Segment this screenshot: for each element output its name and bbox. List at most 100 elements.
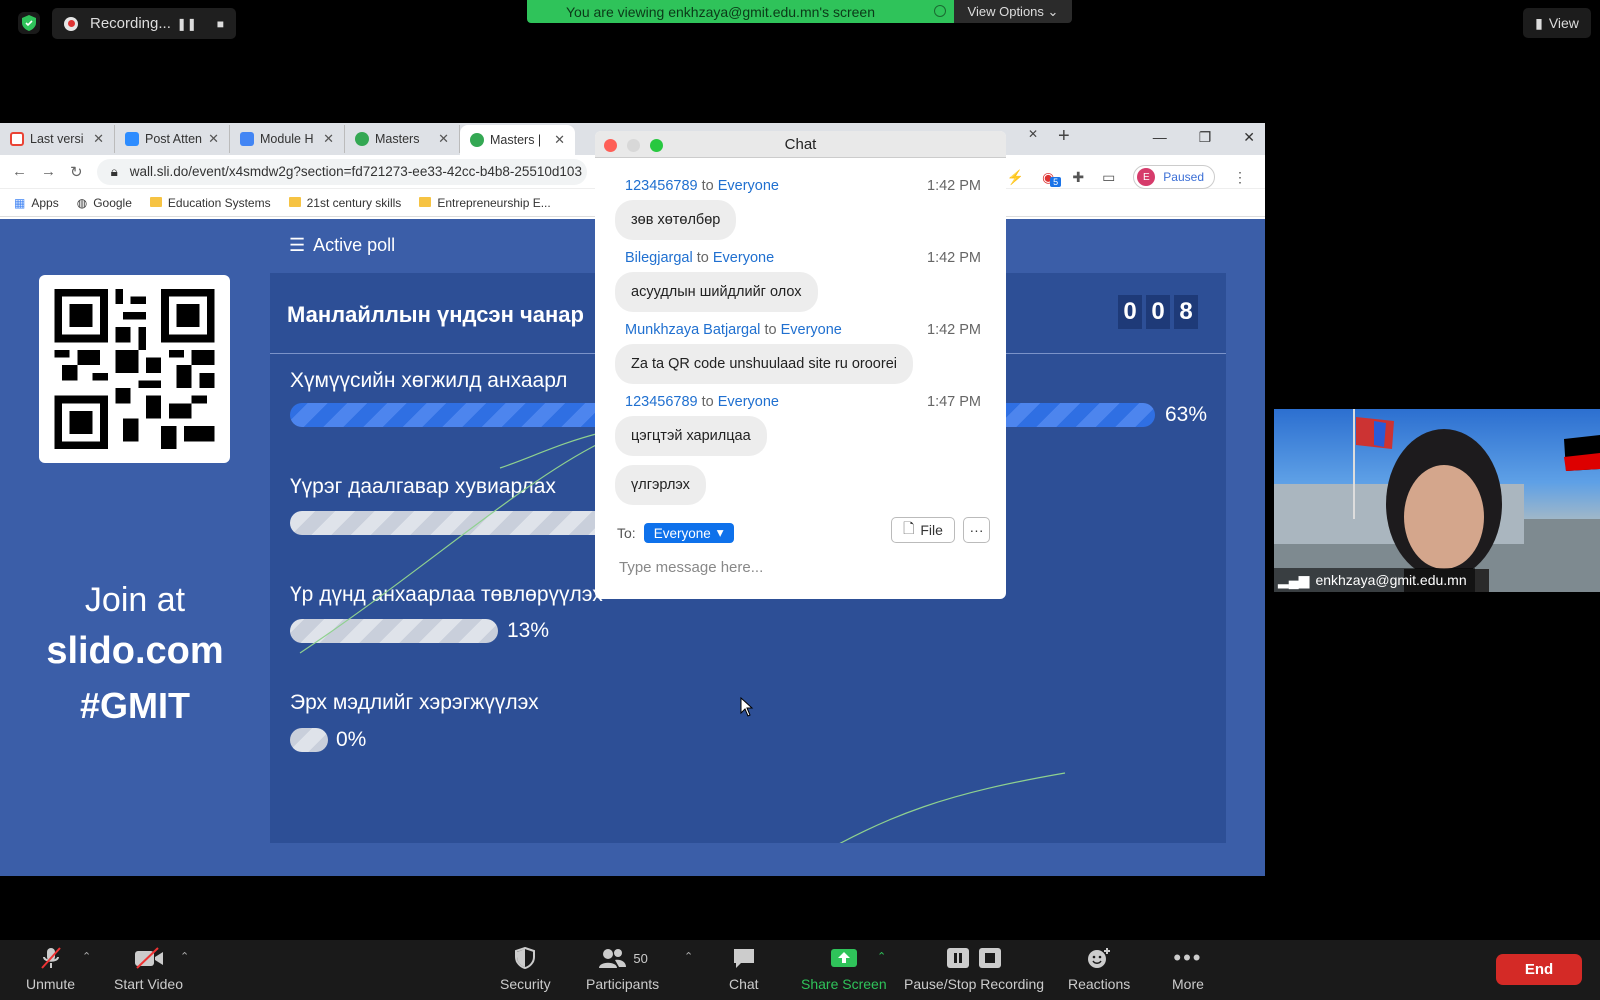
unmute-button[interactable]: Unmute xyxy=(26,946,75,992)
share-screen-button[interactable]: Share Screen xyxy=(801,946,887,992)
forward-icon[interactable]: → xyxy=(41,163,56,180)
browser-tab[interactable]: Post Atten ✕ xyxy=(115,125,230,153)
message-bubble[interactable]: асуудлын шийдлийг олох xyxy=(615,272,818,312)
stop-recording-icon[interactable]: ■ xyxy=(217,17,224,31)
bookmark-folder[interactable]: Education Systems xyxy=(149,196,271,210)
globe-icon: ◍ xyxy=(76,195,88,210)
close-window-icon[interactable] xyxy=(604,139,617,152)
lock-icon: 🔒︎ xyxy=(110,163,118,179)
message-header: Munkhzaya Batjargal to Everyone 1:42 PM xyxy=(625,322,985,338)
sender-name[interactable]: Bilegjargal xyxy=(625,250,693,266)
qr-code xyxy=(39,275,230,463)
chat-label: Chat xyxy=(729,976,759,992)
restore-icon[interactable]: ❐ xyxy=(1199,129,1212,146)
pause-recording-icon[interactable]: ❚❚ xyxy=(177,17,197,31)
sender-name[interactable]: 123456789 xyxy=(625,394,698,410)
file-button[interactable]: 🗋︎ File xyxy=(891,517,955,543)
caret-up-icon[interactable]: ⌃ xyxy=(180,950,189,963)
minimize-icon[interactable]: — xyxy=(1153,129,1167,146)
record-dot-icon xyxy=(64,16,78,31)
meeting-toolbar: Unmute ⌃ Start Video ⌃ Security 50 Parti… xyxy=(0,940,1600,1000)
view-options-label: View Options xyxy=(967,4,1044,19)
folder-icon xyxy=(288,196,301,207)
chat-button[interactable]: Chat xyxy=(729,946,759,992)
to-text: to xyxy=(701,178,714,194)
reactions-label: Reactions xyxy=(1068,976,1131,992)
message-bubble[interactable]: Za ta QR code unshuulaad site ru oroorei xyxy=(615,344,913,384)
close-window-icon[interactable]: ✕ xyxy=(1243,129,1255,146)
status-circle-icon xyxy=(934,5,946,17)
signal-bars-icon: ▂▄▆ xyxy=(1278,571,1310,588)
message-time: 1:42 PM xyxy=(927,178,981,194)
close-tab-icon[interactable]: ✕ xyxy=(93,131,104,147)
tab-label: Masters | xyxy=(490,133,542,147)
message-time: 1:42 PM xyxy=(927,250,981,266)
profile-status: Paused xyxy=(1163,170,1204,184)
caret-up-icon[interactable]: ⌃ xyxy=(877,950,886,963)
close-tab-icon[interactable]: ✕ xyxy=(323,131,334,147)
participants-button[interactable]: 50 Participants xyxy=(586,946,659,992)
view-options-button[interactable]: View Options ⌄ xyxy=(954,0,1072,23)
puzzle-icon[interactable]: ✚ xyxy=(1072,169,1084,186)
url-field[interactable]: 🔒︎ wall.sli.do/event/x4smdw2g?section=fd… xyxy=(96,158,587,185)
back-icon[interactable]: ← xyxy=(12,163,27,180)
security-label: Security xyxy=(500,976,551,992)
close-tab-icon[interactable]: ✕ xyxy=(554,132,565,148)
sender-name[interactable]: Munkhzaya Batjargal xyxy=(625,322,760,338)
tab-label: Masters xyxy=(375,132,420,146)
more-button[interactable]: ••• More xyxy=(1172,945,1204,992)
message-bubble[interactable]: үлгэрлэх xyxy=(615,465,706,505)
message-bubble[interactable]: зөв хөтөлбөр xyxy=(615,200,737,240)
message-input[interactable]: Type message here... xyxy=(619,559,763,576)
browser-tab[interactable]: Last versi ✕ xyxy=(0,125,115,153)
browser-tab-active[interactable]: Masters | ✕ xyxy=(460,125,575,155)
tab-label: Module H xyxy=(260,132,314,146)
profile-button[interactable]: E Paused xyxy=(1133,165,1215,189)
participant-name: enkhzaya@gmit.edu.mn xyxy=(1315,572,1467,588)
caret-down-icon: ▾ xyxy=(716,525,724,540)
extension-badge-icon[interactable]: ◉ 5 xyxy=(1042,169,1062,187)
close-tab-icon[interactable]: ✕ xyxy=(438,131,449,147)
kebab-menu-icon[interactable]: ⋮ xyxy=(1233,169,1247,186)
to-text: to xyxy=(764,322,777,338)
bookmark-google[interactable]: ◍ Google xyxy=(77,196,132,210)
view-label: View xyxy=(1548,15,1579,31)
sender-name[interactable]: 123456789 xyxy=(625,178,698,194)
minimize-icon[interactable] xyxy=(627,139,640,152)
browser-tab[interactable]: Masters ✕ xyxy=(345,125,460,153)
recipient-dropdown[interactable]: Everyone ▾ xyxy=(643,523,734,543)
participant-video[interactable]: ▂▄▆ enkhzaya@gmit.edu.mn xyxy=(1274,409,1600,592)
smiley-plus-icon xyxy=(1086,946,1112,970)
gmail-icon xyxy=(10,132,24,146)
message-header: 123456789 to Everyone 1:42 PM xyxy=(625,178,985,194)
reactions-button[interactable]: Reactions xyxy=(1068,946,1130,992)
pause-stop-label: Pause/Stop Recording xyxy=(904,976,1045,992)
security-button[interactable]: Security xyxy=(500,946,551,992)
close-tab-icon[interactable]: ✕ xyxy=(208,131,219,147)
view-button[interactable]: ▮ View xyxy=(1523,8,1591,38)
maximize-icon[interactable] xyxy=(650,139,663,152)
start-video-button[interactable]: Start Video xyxy=(114,946,183,992)
participants-icon: 50 xyxy=(597,946,648,970)
tab-label: Post Atten xyxy=(145,132,202,146)
caret-up-icon[interactable]: ⌃ xyxy=(82,950,91,963)
bookmark-apps[interactable]: ▦ Apps xyxy=(14,196,59,210)
chat-more-button[interactable]: ··· xyxy=(963,517,990,543)
reload-icon[interactable]: ↻ xyxy=(70,163,83,181)
pause-stop-recording-button[interactable]: Pause/Stop Recording xyxy=(904,946,1044,992)
zoom-icon xyxy=(125,132,139,146)
view-layout-icon: ▮ xyxy=(1535,14,1543,31)
new-tab-icon[interactable]: + xyxy=(1058,125,1070,148)
security-shield-icon[interactable] xyxy=(18,12,40,34)
file-label: File xyxy=(920,522,943,538)
bookmark-folder[interactable]: 21st century skills xyxy=(288,196,401,210)
cast-icon[interactable]: ▭ xyxy=(1102,169,1115,186)
end-meeting-button[interactable]: End xyxy=(1496,954,1582,985)
url-text: wall.sli.do/event/x4smdw2g?section=fd721… xyxy=(129,164,582,179)
browser-tab[interactable]: Module H ✕ xyxy=(230,125,345,153)
bookmark-folder[interactable]: Entrepreneurship E... xyxy=(419,196,551,210)
extension-icon[interactable]: ⚡ xyxy=(1007,169,1024,186)
more-label: More xyxy=(1172,976,1204,992)
message-bubble[interactable]: цэгцтэй харилцаа xyxy=(615,416,767,456)
caret-up-icon[interactable]: ⌃ xyxy=(684,950,693,963)
